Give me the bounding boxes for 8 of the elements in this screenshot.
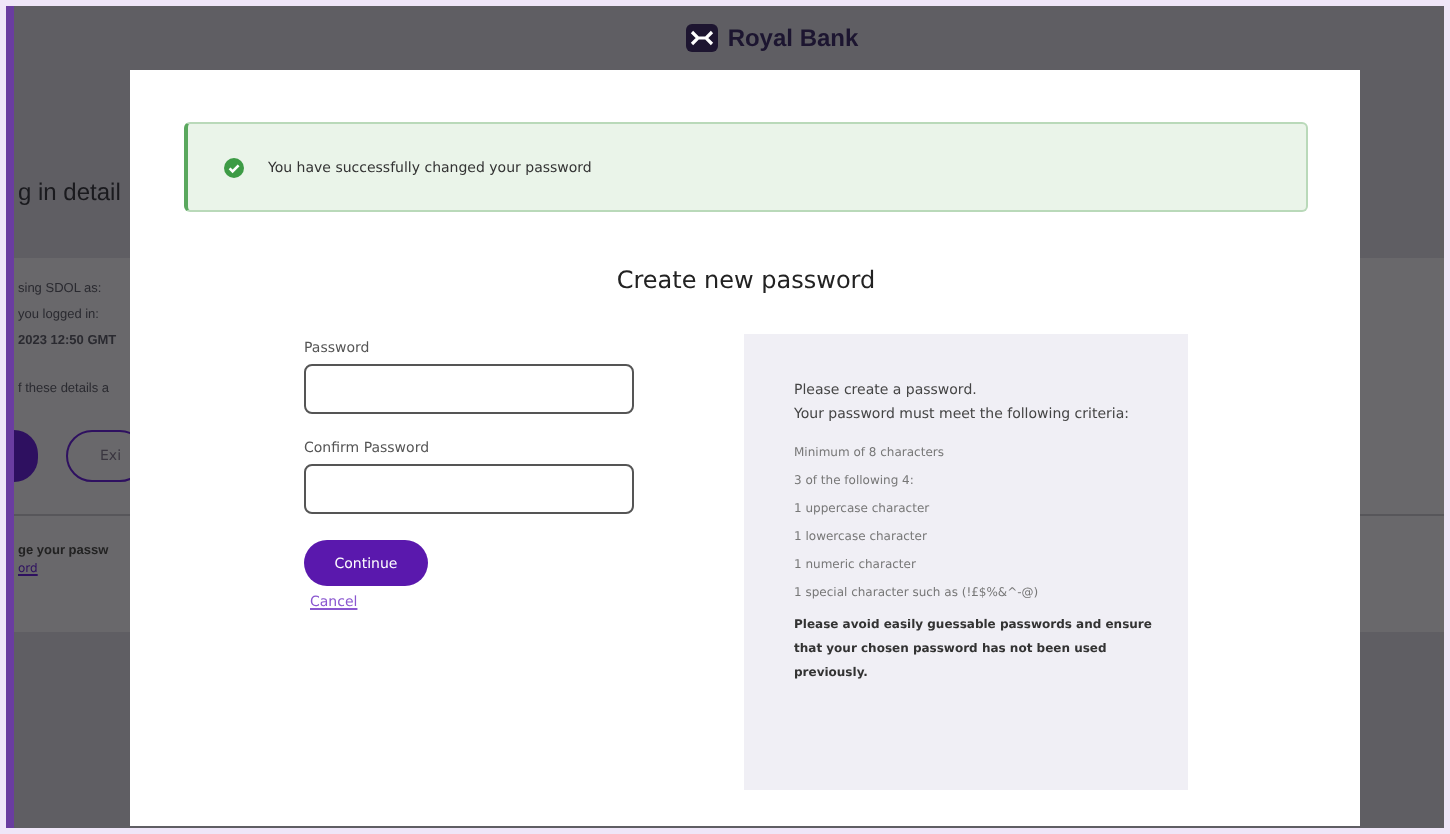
primary-button[interactable]	[14, 430, 38, 482]
brand-name: Royal Bank	[727, 24, 859, 52]
password-field[interactable]	[304, 364, 634, 414]
bank-logo-icon	[685, 24, 718, 52]
dialog-title: Create new password	[614, 266, 878, 294]
page-heading: g in detail	[18, 178, 121, 210]
password-field[interactable]	[304, 464, 634, 514]
check-icon	[224, 157, 244, 177]
